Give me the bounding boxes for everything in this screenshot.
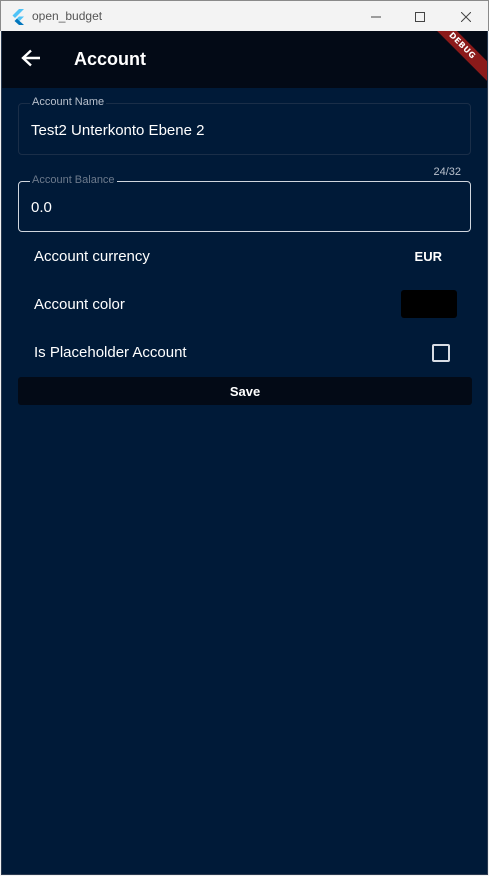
character-counter: 24/32 xyxy=(433,166,461,178)
page-title: Account xyxy=(74,49,146,69)
app-bar: Account DEBUG xyxy=(2,31,487,90)
account-name-field[interactable]: Account Name Test2 Unterkonto Ebene 2 xyxy=(18,96,471,155)
placeholder-label: Is Placeholder Account xyxy=(34,344,187,361)
minimize-icon xyxy=(371,7,381,26)
save-button[interactable]: Save xyxy=(18,377,472,405)
window-titlebar: open_budget xyxy=(0,0,489,31)
placeholder-checkbox[interactable] xyxy=(432,344,450,362)
account-name-input[interactable]: Test2 Unterkonto Ebene 2 xyxy=(31,122,204,139)
account-balance-input[interactable]: 0.0 xyxy=(31,199,52,216)
maximize-icon xyxy=(415,7,425,26)
placeholder-row[interactable]: Is Placeholder Account xyxy=(34,341,454,365)
color-label: Account color xyxy=(34,296,125,313)
close-button[interactable] xyxy=(443,1,489,32)
maximize-button[interactable] xyxy=(397,1,443,32)
color-row[interactable]: Account color xyxy=(34,290,457,318)
minimize-button[interactable] xyxy=(353,1,399,32)
color-swatch-button[interactable] xyxy=(401,290,457,318)
currency-row[interactable]: Account currency EUR xyxy=(34,245,454,269)
app-body: Account DEBUG Account Name Test2 Unterko… xyxy=(1,31,488,875)
currency-selector[interactable]: EUR xyxy=(415,249,442,264)
flutter-logo-icon xyxy=(11,9,25,25)
account-balance-field[interactable]: Account Balance 0.0 xyxy=(18,174,471,232)
currency-label: Account currency xyxy=(34,248,150,265)
debug-banner: DEBUG xyxy=(418,31,487,90)
close-icon xyxy=(460,7,472,26)
account-balance-label: Account Balance xyxy=(30,174,117,186)
back-button[interactable] xyxy=(15,44,47,76)
account-name-label: Account Name xyxy=(30,96,107,108)
arrow-left-icon xyxy=(21,49,41,71)
window-title: open_budget xyxy=(32,9,103,23)
